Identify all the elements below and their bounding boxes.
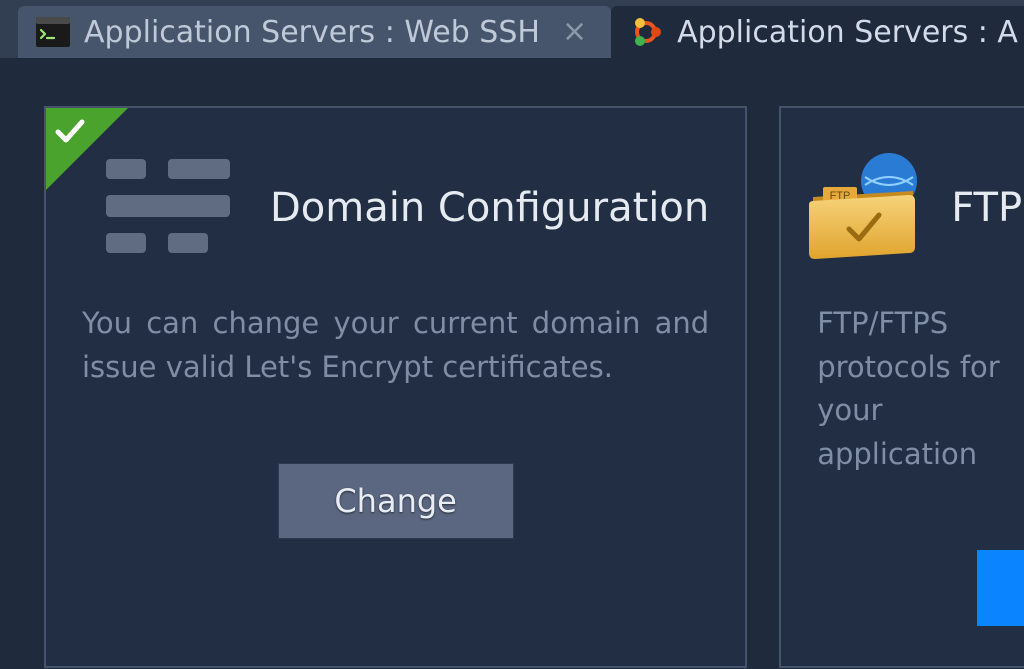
card-description: You can change your current domain and i… [46, 278, 745, 389]
tab-web-ssh[interactable]: Application Servers : Web SSH × [18, 6, 611, 58]
terminal-icon [36, 17, 70, 47]
card-title: Domain Configuration [270, 185, 709, 231]
ftp-action-button[interactable] [977, 550, 1024, 626]
close-icon[interactable]: × [562, 17, 587, 47]
card-row: Domain Configuration You can change your… [0, 58, 1024, 668]
card-description: FTP/FTPS protocols for your application [781, 278, 1024, 476]
tab-bar: Application Servers : Web SSH × Applicat… [0, 0, 1024, 58]
ubuntu-icon [629, 15, 663, 49]
card-title: FTP [951, 185, 1022, 231]
status-enabled-badge [46, 108, 128, 190]
change-button[interactable]: Change [278, 463, 514, 539]
button-label: Change [334, 482, 457, 520]
check-icon [54, 116, 86, 148]
card-ftp: FTP FTP FTP/FTPS protocols for your appl… [779, 106, 1024, 668]
tab-app-servers[interactable]: Application Servers : A [611, 6, 1024, 58]
card-domain-configuration: Domain Configuration You can change your… [44, 106, 747, 668]
ftp-folder-icon: FTP [805, 151, 925, 265]
tab-label: Application Servers : A [677, 15, 1018, 50]
tab-label: Application Servers : Web SSH [84, 15, 540, 50]
